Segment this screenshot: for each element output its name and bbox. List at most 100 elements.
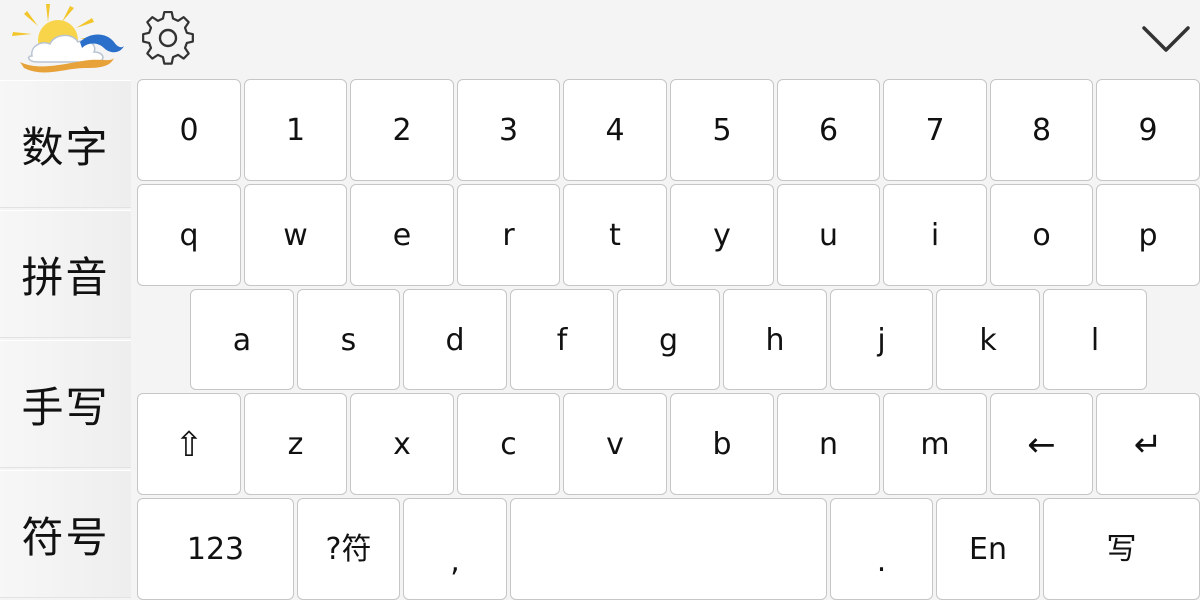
key-label: w [283,218,308,253]
key-3[interactable]: 3 [457,79,560,181]
key-label: 6 [818,113,839,148]
key-7[interactable]: 7 [883,79,987,181]
key-g[interactable]: g [617,289,720,390]
key-label: 0 [179,113,199,148]
key-d[interactable]: d [403,289,507,390]
key-8[interactable]: 8 [990,79,1093,181]
key-label: En [969,532,1007,567]
key-r[interactable]: r [457,184,560,286]
key-v[interactable]: v [563,393,667,495]
comma-key[interactable]: , [403,498,507,600]
key-label: 4 [605,113,625,148]
key-6[interactable]: 6 [777,79,880,181]
backspace-arrow-icon: ← [1027,425,1056,465]
key-label: 5 [712,113,732,148]
backspace-key[interactable]: ← [990,393,1093,495]
key-label: l [1090,322,1100,358]
key-label: s [340,322,357,358]
key-m[interactable]: m [883,393,987,495]
key-t[interactable]: t [563,184,667,286]
key-label: n [818,427,838,462]
key-f[interactable]: f [510,289,614,390]
key-z[interactable]: z [244,393,347,495]
key-label: v [606,427,624,462]
key-label: t [609,218,621,253]
key-i[interactable]: i [883,184,987,286]
key-label: 7 [925,113,945,148]
key-j[interactable]: j [830,289,933,390]
key-w[interactable]: w [244,184,347,286]
language-toggle-key[interactable]: En [936,498,1040,600]
key-label: u [818,218,838,253]
enter-key[interactable]: ↵ [1096,393,1200,495]
key-x[interactable]: x [350,393,454,495]
key-label: i [930,218,940,253]
key-label: j [877,322,886,358]
sidebar-item-pinyin[interactable]: 拼音 [0,210,131,338]
symbol-mode-key[interactable]: ?符 [297,498,400,600]
key-label: g [658,322,679,358]
key-l[interactable]: l [1043,289,1147,390]
gear-icon[interactable] [139,9,197,67]
shift-key[interactable]: ⇧ [137,393,241,495]
key-label: m [920,427,950,462]
shift-arrow-icon: ⇧ [174,425,204,465]
input-mode-sidebar: 数字 拼音 手写 符号 [0,80,131,600]
key-label: b [712,427,732,462]
key-label: a [232,322,252,358]
key-label: 写 [1106,532,1137,567]
space-key[interactable] [510,498,827,600]
key-label: 3 [498,113,519,148]
key-0[interactable]: 0 [137,79,241,181]
key-label: x [393,427,411,462]
key-label: 1 [285,113,306,148]
key-label: . [876,544,887,579]
key-u[interactable]: u [777,184,880,286]
key-label: z [287,427,304,462]
key-c[interactable]: c [457,393,560,495]
key-h[interactable]: h [723,289,827,390]
key-p[interactable]: p [1096,184,1200,286]
key-label: y [713,218,731,253]
period-key[interactable]: . [830,498,933,600]
sidebar-item-handwriting[interactable]: 手写 [0,340,131,468]
key-5[interactable]: 5 [670,79,774,181]
key-label: 9 [1138,113,1158,148]
key-2[interactable]: 2 [350,79,454,181]
key-y[interactable]: y [670,184,774,286]
key-label: p [1138,218,1158,253]
key-label: h [765,322,785,358]
key-a[interactable]: a [190,289,294,390]
key-label: c [500,427,517,462]
key-4[interactable]: 4 [563,79,667,181]
sidebar-item-symbols[interactable]: 符号 [0,470,131,598]
handwrite-key[interactable]: 写 [1043,498,1200,600]
key-o[interactable]: o [990,184,1093,286]
key-label: q [179,218,199,253]
key-n[interactable]: n [777,393,880,495]
key-9[interactable]: 9 [1096,79,1200,181]
key-label: d [445,322,465,358]
key-s[interactable]: s [297,289,400,390]
key-label: 2 [392,113,412,148]
chevron-down-icon[interactable] [1138,18,1194,58]
key-label: f [556,322,568,358]
key-label: o [1032,218,1051,253]
virtual-keyboard: 数字 拼音 手写 符号 0 1 2 3 4 5 6 7 8 9 q w e r … [0,0,1200,600]
key-label: 123 [186,532,245,567]
key-label: , [450,544,460,579]
key-e[interactable]: e [350,184,454,286]
sidebar-item-numbers[interactable]: 数字 [0,80,131,208]
enter-arrow-icon: ↵ [1133,425,1163,465]
key-label: k [979,322,997,358]
keyboard-toolbar [0,0,1200,78]
key-q[interactable]: q [137,184,241,286]
sun-cloud-logo-icon [12,4,124,73]
key-k[interactable]: k [936,289,1040,390]
num-mode-key[interactable]: 123 [137,498,294,600]
key-label: 8 [1031,113,1052,148]
key-label: ?符 [325,532,372,567]
key-1[interactable]: 1 [244,79,347,181]
key-label: r [502,218,515,253]
key-b[interactable]: b [670,393,774,495]
